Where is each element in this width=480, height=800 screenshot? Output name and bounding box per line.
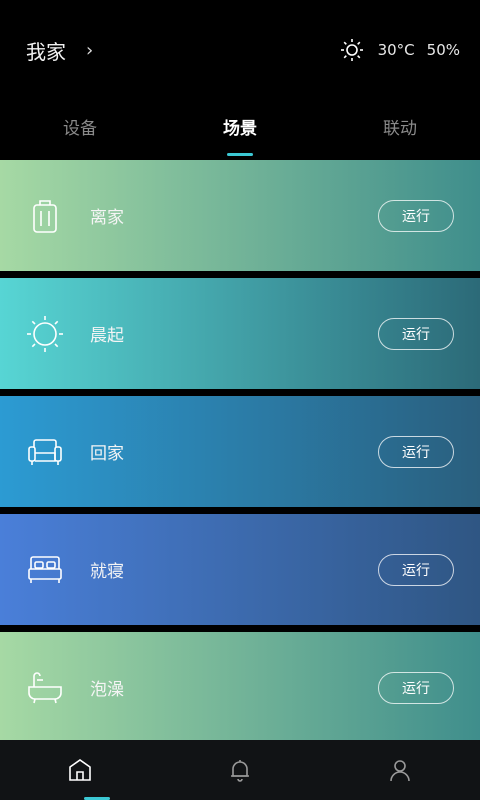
bottom-nav bbox=[0, 740, 480, 800]
home-name: 我家 bbox=[26, 40, 66, 64]
sofa-icon bbox=[28, 438, 62, 465]
scene-card-leave-home[interactable]: 离家 运行 bbox=[0, 160, 480, 271]
bathtub-icon bbox=[28, 671, 62, 703]
scene-label: 泡澡 bbox=[90, 680, 124, 700]
run-button[interactable]: 运行 bbox=[378, 671, 454, 704]
scene-card-bath[interactable]: 泡澡 运行 bbox=[0, 632, 480, 743]
scene-card-wake-up[interactable]: 晨起 运行 bbox=[0, 278, 480, 389]
user-icon bbox=[390, 760, 410, 782]
sun-icon bbox=[340, 39, 363, 61]
nav-profile[interactable] bbox=[320, 740, 480, 800]
home-icon bbox=[69, 759, 91, 781]
humidity: 50% bbox=[426, 41, 460, 59]
scene-label: 晨起 bbox=[90, 326, 124, 346]
scene-list: 离家 运行 晨起 运行 回家 运行 就寝 运行 泡澡 运行 bbox=[0, 160, 480, 750]
run-button[interactable]: 运行 bbox=[378, 199, 454, 232]
run-button[interactable]: 运行 bbox=[378, 435, 454, 468]
active-tab-indicator bbox=[227, 153, 253, 156]
nav-notifications[interactable] bbox=[160, 740, 320, 800]
sun-icon bbox=[27, 315, 63, 352]
tab-scenes[interactable]: 场景 bbox=[160, 114, 320, 139]
scene-label: 回家 bbox=[90, 444, 124, 464]
nav-home[interactable] bbox=[0, 740, 160, 800]
header: 我家 › 30°C 50% bbox=[0, 0, 480, 100]
tab-bar: 设备 场景 联动 bbox=[0, 100, 480, 156]
home-selector[interactable]: 我家 › bbox=[26, 36, 93, 65]
tab-devices[interactable]: 设备 bbox=[0, 114, 160, 139]
temperature: 30°C bbox=[377, 41, 415, 59]
scene-label: 离家 bbox=[90, 208, 124, 228]
scene-label: 就寝 bbox=[90, 562, 124, 582]
luggage-icon bbox=[33, 199, 57, 233]
weather-info: 30°C 50% bbox=[340, 38, 460, 62]
run-button[interactable]: 运行 bbox=[378, 553, 454, 586]
run-button[interactable]: 运行 bbox=[378, 317, 454, 350]
bell-icon bbox=[231, 760, 249, 782]
bed-icon bbox=[28, 555, 62, 583]
chevron-right-icon: › bbox=[86, 40, 94, 61]
scene-card-sleep[interactable]: 就寝 运行 bbox=[0, 514, 480, 625]
tab-linkage[interactable]: 联动 bbox=[320, 114, 480, 139]
scene-card-come-home[interactable]: 回家 运行 bbox=[0, 396, 480, 507]
